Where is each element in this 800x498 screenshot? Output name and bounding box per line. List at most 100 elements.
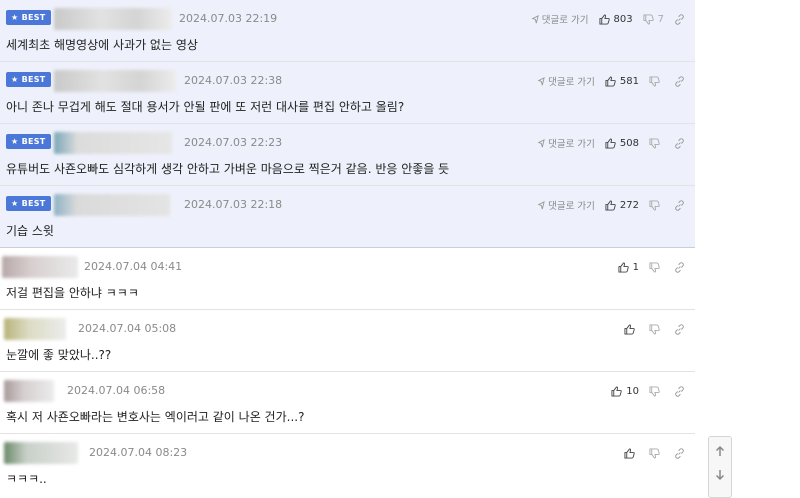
thumbs-up-icon (598, 13, 610, 25)
thumbs-down-icon (649, 323, 660, 335)
thumbs-up-icon (618, 261, 629, 273)
blurred-username[interactable] (54, 194, 170, 216)
comment: 2024.07.04 04:41 1 저걸 편집을 안하냐 ㅋㅋㅋ (0, 248, 695, 310)
thumbs-down-icon (649, 385, 660, 397)
like-button[interactable]: 581 (605, 76, 639, 87)
like-count: 581 (619, 75, 639, 87)
best-comment: ★ BEST 2024.07.03 22:19 댓글로 가기 803 7 세계최… (0, 0, 695, 62)
dislike-button[interactable] (649, 199, 664, 211)
best-badge: ★ BEST (6, 134, 51, 149)
comment-text: 세계최초 해명영상에 사과가 없는 영상 (6, 38, 198, 52)
dislike-button[interactable] (649, 137, 664, 149)
comment-actions: 댓글로 가기 508 (536, 135, 685, 151)
thumbs-down-icon (649, 137, 660, 149)
comment-meta: ★ BEST 2024.07.03 22:38 댓글로 가기 581 (6, 70, 685, 92)
comment-actions: 댓글로 가기 803 7 (530, 11, 685, 27)
reply-link-label: 댓글로 가기 (548, 139, 595, 150)
dislike-button[interactable] (649, 385, 664, 397)
like-button[interactable]: 1 (618, 262, 639, 273)
blurred-username[interactable] (54, 132, 172, 154)
best-badge-label: BEST (21, 13, 46, 22)
link-icon[interactable] (674, 447, 685, 459)
like-button[interactable]: 10 (611, 386, 639, 397)
comment-timestamp: 2024.07.04 05:08 (78, 322, 177, 335)
comment-meta: 2024.07.04 04:41 1 (2, 256, 685, 278)
like-button[interactable] (624, 447, 639, 459)
dislike-count: 7 (657, 13, 664, 25)
comment-actions: 댓글로 가기 272 (536, 197, 685, 213)
comment-meta: ★ BEST 2024.07.03 22:18 댓글로 가기 272 (6, 194, 685, 216)
comment-timestamp: 2024.07.03 22:23 (184, 136, 283, 149)
comment-text: 기습 스윗 (6, 224, 54, 238)
comment-text: 혹시 저 사죤오빠라는 변호사는 엑이러고 같이 나온 건가...? (6, 410, 305, 424)
comment-text: ㅋㅋㅋ.. (6, 472, 47, 486)
like-button[interactable]: 272 (605, 200, 639, 211)
comment-meta: ★ BEST 2024.07.03 22:23 댓글로 가기 508 (6, 132, 685, 154)
link-icon[interactable] (674, 13, 685, 25)
go-to-reply-link[interactable]: 댓글로 가기 (536, 198, 595, 212)
comment-actions: 1 (618, 259, 685, 275)
blurred-username[interactable] (54, 70, 176, 92)
comment-actions (624, 321, 685, 337)
thumbs-down-icon (649, 75, 660, 87)
scroll-down-button[interactable] (709, 465, 731, 485)
go-to-reply-link[interactable]: 댓글로 가기 (530, 12, 589, 26)
dislike-button[interactable] (649, 75, 664, 87)
dislike-button[interactable] (649, 447, 664, 459)
thumbs-down-icon (643, 13, 654, 25)
dislike-button[interactable] (649, 323, 664, 335)
like-button[interactable] (624, 323, 639, 335)
comment-text: 유튜버도 사죤오빠도 심각하게 생각 안하고 가벼운 마음으로 찍은거 같음. … (6, 162, 450, 176)
like-count: 1 (632, 261, 639, 273)
comment-meta: 2024.07.04 05:08 (4, 318, 685, 340)
comment-meta: 2024.07.04 08:23 (4, 442, 685, 464)
like-button[interactable]: 508 (605, 138, 639, 149)
comment-list: ★ BEST 2024.07.03 22:19 댓글로 가기 803 7 세계최… (0, 0, 695, 496)
go-to-reply-link[interactable]: 댓글로 가기 (536, 136, 595, 150)
best-comment: ★ BEST 2024.07.03 22:18 댓글로 가기 272 기습 스윗 (0, 186, 695, 248)
reply-arrow-icon (530, 14, 539, 24)
comment-timestamp: 2024.07.04 08:23 (89, 446, 188, 459)
link-icon[interactable] (674, 137, 685, 149)
arrow-down-icon (715, 469, 725, 481)
blurred-username[interactable] (2, 256, 78, 278)
comment-timestamp: 2024.07.03 22:38 (184, 74, 283, 87)
scroll-controls (708, 436, 732, 498)
thumbs-up-icon (624, 447, 635, 459)
comment-text: 저걸 편집을 안하냐 ㅋㅋㅋ (6, 286, 139, 300)
best-badge: ★ BEST (6, 196, 51, 211)
reply-link-label: 댓글로 가기 (548, 201, 595, 212)
reply-arrow-icon (536, 76, 545, 86)
thumbs-up-icon (611, 385, 622, 397)
dislike-button[interactable]: 7 (643, 14, 664, 25)
blurred-username[interactable] (4, 380, 54, 402)
link-icon[interactable] (674, 323, 685, 335)
link-icon[interactable] (674, 261, 685, 273)
arrow-up-icon (715, 445, 725, 457)
go-to-reply-link[interactable]: 댓글로 가기 (536, 74, 595, 88)
best-comment: ★ BEST 2024.07.03 22:23 댓글로 가기 508 유튜버도 … (0, 124, 695, 186)
reply-link-label: 댓글로 가기 (548, 77, 595, 88)
blurred-username[interactable] (4, 318, 66, 340)
best-badge: ★ BEST (6, 72, 51, 87)
like-count: 272 (619, 199, 639, 211)
link-icon[interactable] (674, 199, 685, 211)
reply-arrow-icon (536, 138, 545, 148)
comment-timestamp: 2024.07.04 06:58 (67, 384, 166, 397)
blurred-username[interactable] (4, 442, 78, 464)
comment: 2024.07.04 05:08 눈깔에 좋 맞았나..?? (0, 310, 695, 372)
like-count: 803 (613, 13, 633, 25)
link-icon[interactable] (674, 385, 685, 397)
comment: 2024.07.04 06:58 10 혹시 저 사죤오빠라는 변호사는 엑이러… (0, 372, 695, 434)
link-icon[interactable] (674, 75, 685, 87)
blurred-username[interactable] (54, 8, 172, 30)
thumbs-up-icon (605, 199, 616, 211)
best-badge: ★ BEST (6, 10, 51, 25)
comment-timestamp: 2024.07.03 22:19 (179, 12, 278, 25)
scroll-up-button[interactable] (709, 441, 731, 461)
thumbs-down-icon (649, 447, 660, 459)
like-button[interactable]: 803 (598, 13, 633, 25)
reply-link-label: 댓글로 가기 (541, 15, 589, 26)
comment-timestamp: 2024.07.04 04:41 (84, 260, 183, 273)
dislike-button[interactable] (649, 261, 664, 273)
